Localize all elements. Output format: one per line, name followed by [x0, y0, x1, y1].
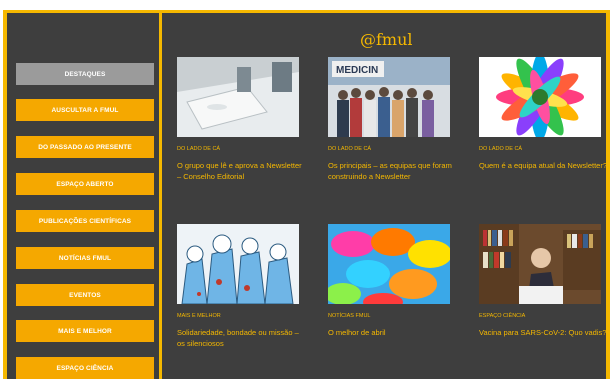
article-category[interactable]: Do lado de cá — [177, 146, 220, 152]
brand-title: @fmul — [360, 30, 413, 49]
article-category[interactable]: Espaço Ciência — [479, 313, 525, 319]
article-category[interactable]: Mais e Melhor — [177, 313, 221, 319]
nav-auscultar-a-fmul[interactable]: Auscultar a FMUL — [16, 99, 154, 121]
article-image-library[interactable] — [479, 224, 601, 304]
nav-espaco-aberto[interactable]: Espaço Aberto — [16, 173, 154, 195]
nav-destaques[interactable]: Destaques — [16, 63, 154, 85]
article-image-flower[interactable] — [479, 57, 601, 137]
article-title[interactable]: Quem é a equipa atual da Newsletter? — [479, 160, 607, 171]
nav-do-passado-ao-presente[interactable]: Do Passado ao Presente — [16, 136, 154, 158]
article-title[interactable]: Solidariedade, bondade ou missão – os si… — [177, 327, 305, 349]
article-title[interactable]: O melhor de abril — [328, 327, 456, 338]
article-image-umbrellas[interactable] — [328, 224, 450, 304]
article-category[interactable]: Do lado de cá — [479, 146, 522, 152]
nav-mais-e-melhor[interactable]: Mais e Melhor — [16, 320, 154, 342]
nav-eventos[interactable]: Eventos — [16, 284, 154, 306]
article-title[interactable]: O grupo que lê e aprova a Newsletter – C… — [177, 160, 305, 182]
article-category[interactable]: Notícias FMUL — [328, 313, 370, 319]
article-category[interactable]: Do lado de cá — [328, 146, 371, 152]
article-image-health-workers[interactable] — [177, 224, 299, 304]
nav-espaco-ciencia[interactable]: Espaço Ciência — [16, 357, 154, 379]
article-title[interactable]: Os principais – as equipas que foram con… — [328, 160, 456, 182]
article-image-meeting[interactable] — [177, 57, 299, 137]
nav-publicacoes-cientificas[interactable]: Publicações Científicas — [16, 210, 154, 232]
article-title[interactable]: Vacina para SARS-CoV-2: Quo vadis? — [479, 327, 607, 338]
article-image-group[interactable]: MEDICIN — [328, 57, 450, 137]
nav-noticias-fmul[interactable]: Notícias FMUL — [16, 247, 154, 269]
svg-text:MEDICIN: MEDICIN — [336, 65, 378, 76]
